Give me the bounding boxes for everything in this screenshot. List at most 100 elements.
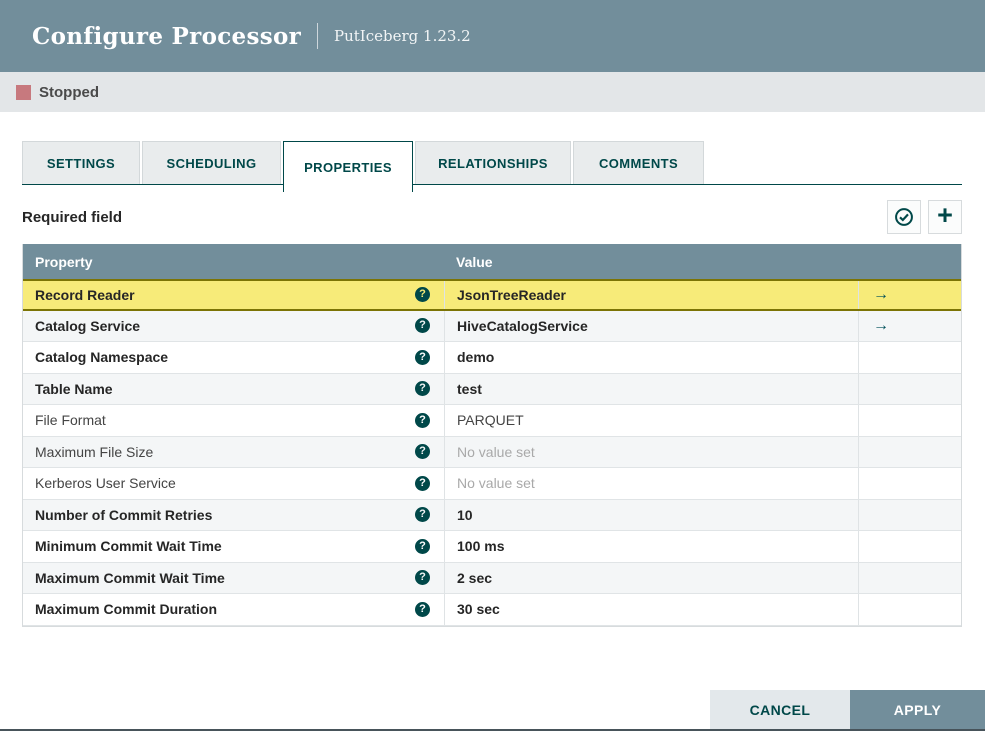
go-to-service-cell: →	[858, 310, 961, 341]
property-row[interactable]: Maximum File Size? No value set	[23, 436, 961, 468]
tab-bar: SETTINGS SCHEDULING PROPERTIES RELATIONSHIP…	[22, 133, 962, 192]
tab-settings[interactable]: SETTINGS	[22, 141, 140, 184]
property-row[interactable]: Maximum Commit Wait Time? 2 sec	[23, 562, 961, 594]
column-header-property: Property	[35, 253, 93, 270]
question-icon[interactable]: ?	[415, 412, 430, 428]
column-header-value: Value	[456, 253, 493, 270]
processor-name-version: PutIceberg 1.23.2	[334, 27, 471, 45]
question-icon[interactable]: ?	[415, 381, 430, 397]
property-value: 30 sec	[457, 601, 500, 618]
go-to-service-cell	[858, 499, 961, 530]
arrow-right-icon[interactable]: →	[873, 286, 889, 304]
verify-properties-button[interactable]	[887, 200, 921, 234]
property-row[interactable]: Number of Commit Retries? 10	[23, 499, 961, 531]
property-value: test	[457, 380, 482, 397]
status-bar: Stopped	[0, 72, 985, 112]
stopped-status-icon	[16, 84, 31, 100]
tab-relationships[interactable]: RELATIONSHIPS	[415, 141, 571, 184]
dialog-footer: CANCEL APPLY	[710, 690, 985, 729]
property-name-cell: File Format?	[23, 405, 444, 436]
properties-table: Property Value Record Reader? JsonTreeRea…	[22, 244, 962, 627]
property-value: PARQUET	[457, 412, 524, 429]
property-row[interactable]: Minimum Commit Wait Time? 100 ms	[23, 531, 961, 563]
property-value-cell[interactable]: No value set	[444, 468, 858, 499]
property-name-cell: Catalog Service?	[23, 311, 444, 342]
property-name-cell: Maximum Commit Wait Time?	[23, 563, 444, 594]
property-value-cell[interactable]: 100 ms	[444, 531, 858, 562]
go-to-service-cell	[858, 405, 961, 436]
question-icon[interactable]: ?	[415, 601, 430, 617]
property-row[interactable]: Record Reader? JsonTreeReader →	[23, 279, 961, 311]
question-icon[interactable]: ?	[415, 570, 430, 586]
arrow-right-icon[interactable]: →	[873, 317, 889, 335]
property-value-cell[interactable]: 30 sec	[444, 594, 858, 625]
page-title: Configure Processor	[32, 22, 302, 50]
property-value-cell[interactable]: JsonTreeReader	[444, 281, 858, 309]
property-value: HiveCatalogService	[457, 317, 588, 334]
property-name: Number of Commit Retries	[35, 506, 213, 523]
property-value: JsonTreeReader	[457, 286, 566, 303]
dialog-content: SETTINGS SCHEDULING PROPERTIES RELATIONSHIP…	[0, 133, 985, 627]
tab-label: COMMENTS	[598, 155, 679, 171]
property-row[interactable]: Maximum Commit Duration? 30 sec	[23, 594, 961, 626]
property-name-cell: Table Name?	[23, 374, 444, 405]
add-property-button[interactable]: +	[928, 200, 962, 234]
property-name: Maximum Commit Wait Time	[35, 569, 225, 586]
tab-properties[interactable]: PROPERTIES	[283, 141, 413, 192]
property-value: demo	[457, 349, 495, 366]
question-icon[interactable]: ?	[415, 287, 430, 303]
property-row[interactable]: File Format? PARQUET	[23, 405, 961, 437]
property-name-cell: Number of Commit Retries?	[23, 500, 444, 531]
question-icon[interactable]: ?	[415, 538, 430, 554]
dialog-header: Configure Processor PutIceberg 1.23.2	[0, 0, 985, 72]
go-to-service-cell	[858, 468, 961, 499]
question-icon[interactable]: ?	[415, 444, 430, 460]
question-icon[interactable]: ?	[415, 475, 430, 491]
status-label: Stopped	[39, 83, 99, 101]
property-name: Catalog Service	[35, 317, 141, 334]
question-icon[interactable]: ?	[415, 318, 430, 334]
property-value-cell[interactable]: demo	[444, 342, 858, 373]
title-divider	[317, 23, 319, 49]
go-to-service-cell	[858, 594, 961, 625]
property-row[interactable]: Table Name? test	[23, 373, 961, 405]
property-name: Maximum File Size	[35, 443, 154, 460]
property-name: Maximum Commit Duration	[35, 601, 218, 618]
go-to-service-cell	[858, 531, 961, 562]
question-icon[interactable]: ?	[415, 349, 430, 365]
property-name: Table Name	[35, 380, 113, 397]
apply-button[interactable]: APPLY	[850, 690, 985, 729]
property-value-cell[interactable]: 2 sec	[444, 562, 858, 593]
configure-processor-dialog: Configure Processor PutIceberg 1.23.2 St…	[0, 0, 985, 731]
tab-label: RELATIONSHIPS	[438, 155, 548, 171]
go-to-service-cell	[858, 373, 961, 404]
tab-comments[interactable]: COMMENTS	[573, 141, 704, 184]
property-row[interactable]: Catalog Service? HiveCatalogService →	[23, 310, 961, 342]
property-row[interactable]: Catalog Namespace? demo	[23, 342, 961, 374]
property-value: No value set	[457, 475, 535, 492]
table-header-row: Property Value	[23, 244, 961, 279]
property-name-cell: Record Reader?	[23, 281, 444, 309]
go-to-service-cell	[858, 436, 961, 467]
property-row[interactable]: Kerberos User Service? No value set	[23, 468, 961, 500]
property-value-cell[interactable]: HiveCatalogService	[444, 310, 858, 341]
tab-label: PROPERTIES	[304, 159, 392, 175]
property-value-cell[interactable]: PARQUET	[444, 405, 858, 436]
property-name-cell: Maximum Commit Duration?	[23, 594, 444, 625]
property-value: No value set	[457, 443, 535, 460]
tab-scheduling[interactable]: SCHEDULING	[142, 141, 281, 184]
property-value-cell[interactable]: 10	[444, 499, 858, 530]
property-value-cell[interactable]: No value set	[444, 436, 858, 467]
tab-label: SCHEDULING	[166, 155, 257, 171]
table-body: Record Reader? JsonTreeReader → Catalog Ser…	[23, 279, 961, 626]
property-value: 100 ms	[457, 538, 505, 555]
property-value-cell[interactable]: test	[444, 373, 858, 404]
plus-icon: +	[937, 200, 953, 230]
required-field-label: Required field	[22, 208, 123, 226]
property-name: Minimum Commit Wait Time	[35, 538, 222, 555]
property-name: Record Reader	[35, 286, 135, 303]
question-icon[interactable]: ?	[415, 507, 430, 523]
cancel-button[interactable]: CANCEL	[710, 690, 850, 729]
go-to-service-cell	[858, 562, 961, 593]
property-name-cell: Kerberos User Service?	[23, 468, 444, 499]
